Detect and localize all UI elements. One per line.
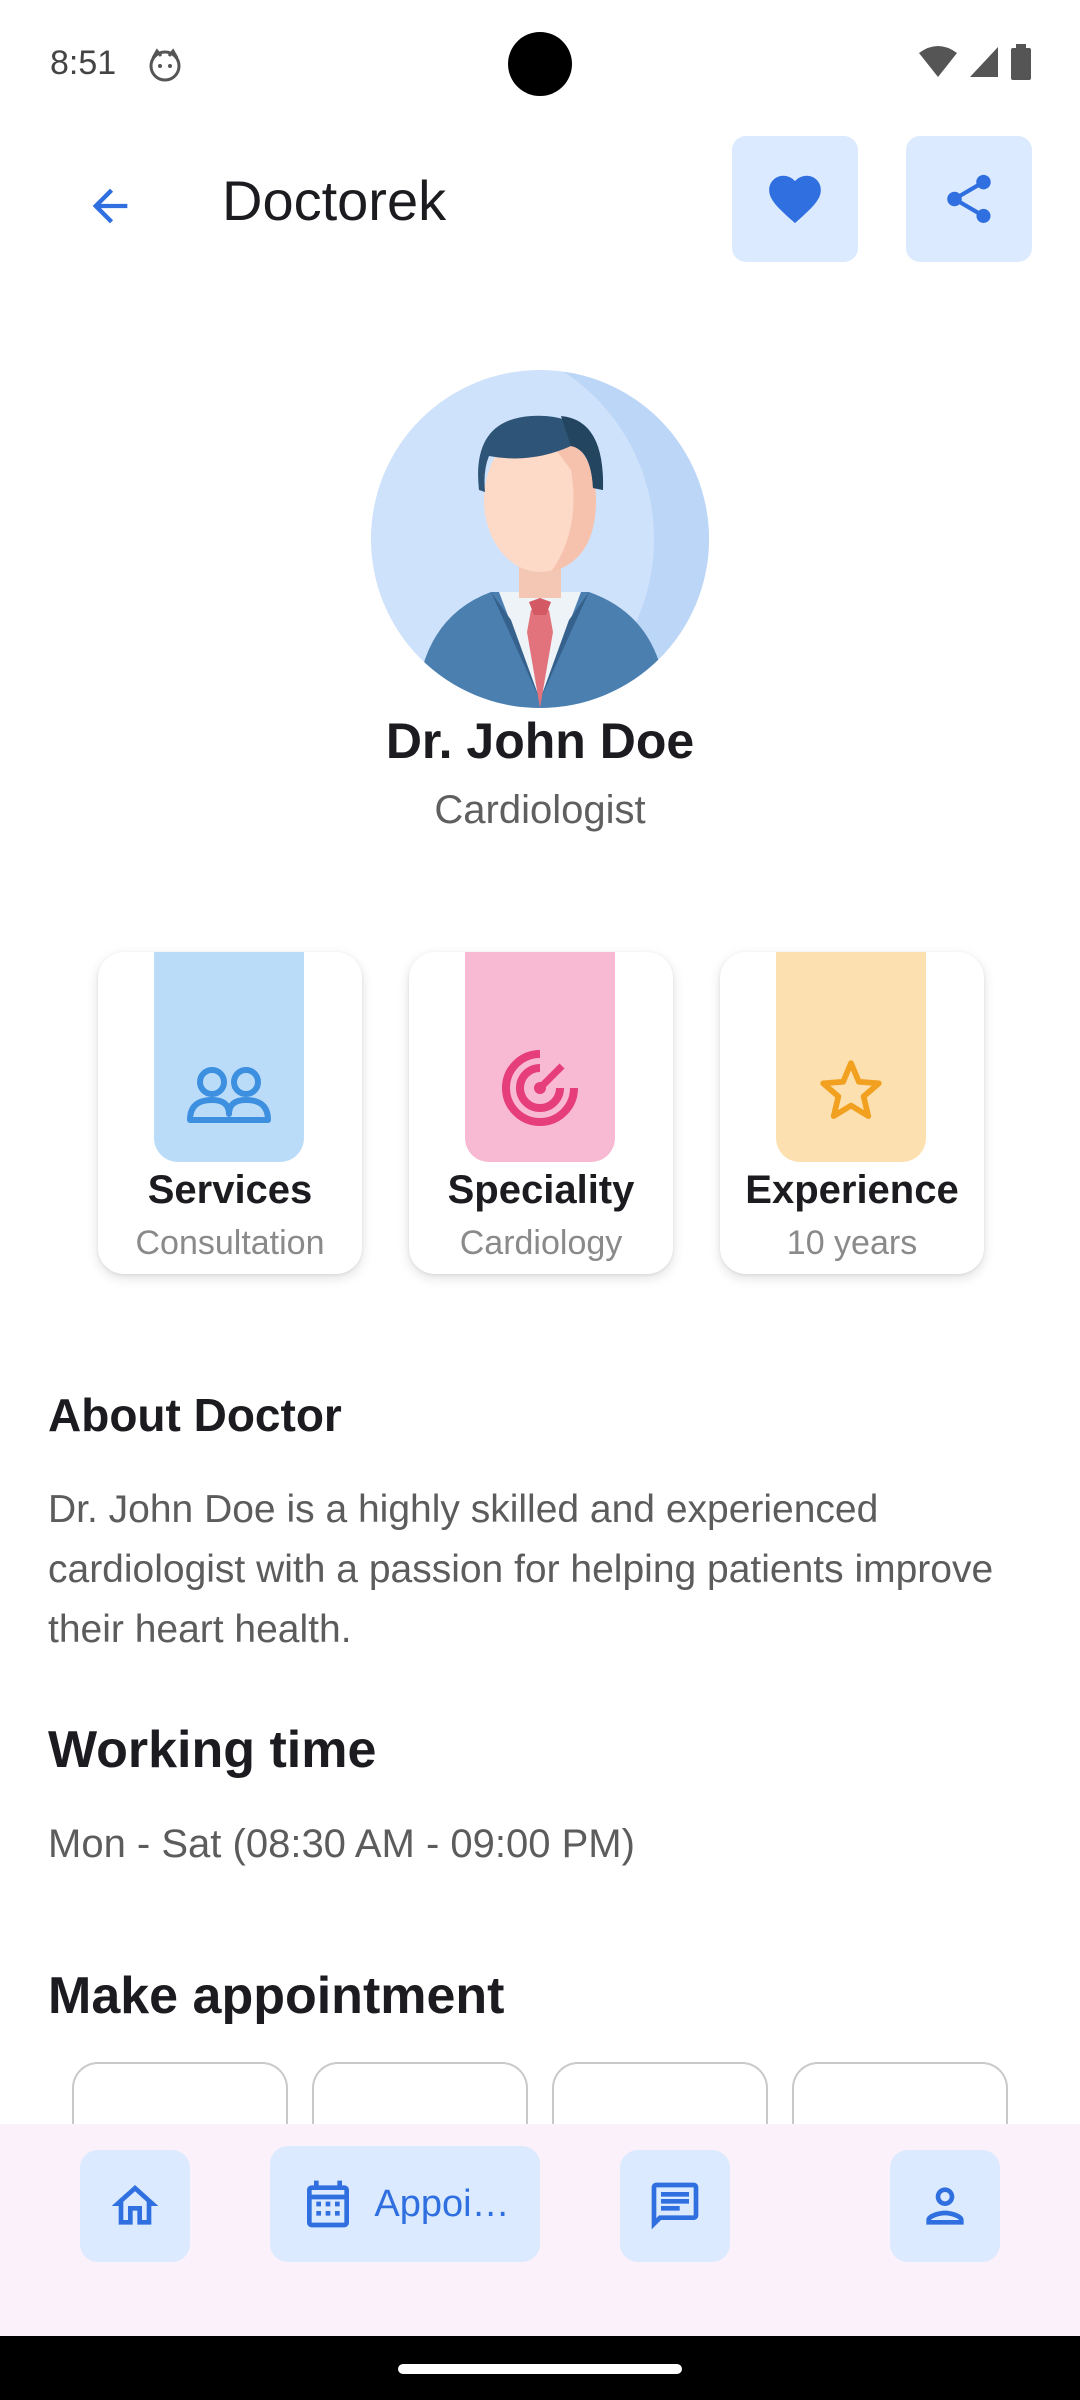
about-title: About Doctor xyxy=(48,1389,342,1441)
target-icon xyxy=(502,1050,578,1126)
camera-cutout xyxy=(508,32,572,96)
bottom-navigation: Appoi… xyxy=(0,2124,1080,2336)
home-icon xyxy=(111,2185,159,2225)
wifi-icon xyxy=(919,46,957,77)
app-bar: Doctorek xyxy=(0,128,1080,268)
signal-icon xyxy=(970,47,998,77)
nav-appointments-button[interactable]: Appoi… xyxy=(270,2146,540,2262)
heart-icon xyxy=(769,175,821,224)
home-gesture-handle[interactable] xyxy=(398,2364,682,2374)
services-tab xyxy=(154,952,304,1162)
message-icon xyxy=(651,2182,699,2230)
profile-icon xyxy=(926,2187,964,2225)
appointment-title: Make appointment xyxy=(48,1967,505,2025)
about-text: Dr. John Doe is a highly skilled and exp… xyxy=(48,1488,994,1651)
status-icons xyxy=(918,44,1032,80)
nav-profile-button[interactable] xyxy=(890,2150,1000,2262)
status-bar: 8:51 xyxy=(0,0,1080,128)
speciality-tab xyxy=(465,952,615,1162)
nav-home-button[interactable] xyxy=(80,2150,190,2262)
stat-title: Speciality xyxy=(447,1168,635,1212)
doctor-avatar xyxy=(371,370,709,708)
doctor-illustration xyxy=(371,370,709,708)
favorite-button[interactable] xyxy=(732,136,858,262)
doctor-specialty: Cardiologist xyxy=(434,788,646,832)
stat-title: Services xyxy=(147,1168,313,1212)
doctor-name: Dr. John Doe xyxy=(385,713,695,769)
app-title: Doctorek xyxy=(222,169,447,232)
nav-messages-button[interactable] xyxy=(620,2150,730,2262)
nav-appointments-label: Appoi… xyxy=(374,2182,510,2225)
stat-value: Consultation xyxy=(135,1224,325,1262)
stat-title: Experience xyxy=(745,1168,959,1212)
share-icon xyxy=(947,174,991,223)
battery-icon xyxy=(1011,44,1031,80)
stat-value: Cardiology xyxy=(459,1224,623,1262)
people-icon xyxy=(187,1067,271,1123)
gesture-area xyxy=(0,2336,1080,2400)
experience-tab xyxy=(776,952,926,1162)
share-button[interactable] xyxy=(906,136,1032,262)
status-time: 8:51 xyxy=(50,44,117,82)
calendar-icon xyxy=(307,2180,350,2228)
working-time-text: Mon - Sat (08:30 AM - 09:00 PM) xyxy=(48,1822,635,1866)
stat-card-experience: Experience 10 years xyxy=(720,952,984,1274)
notification-cat-icon xyxy=(149,48,181,82)
arrow-back-icon xyxy=(92,188,128,224)
stat-card-speciality: Speciality Cardiology xyxy=(409,952,673,1274)
star-icon xyxy=(820,1060,882,1119)
stat-value: 10 years xyxy=(786,1224,918,1262)
back-button[interactable] xyxy=(62,158,158,254)
working-time-title: Working time xyxy=(48,1721,377,1779)
stat-card-services: Services Consultation xyxy=(98,952,362,1274)
